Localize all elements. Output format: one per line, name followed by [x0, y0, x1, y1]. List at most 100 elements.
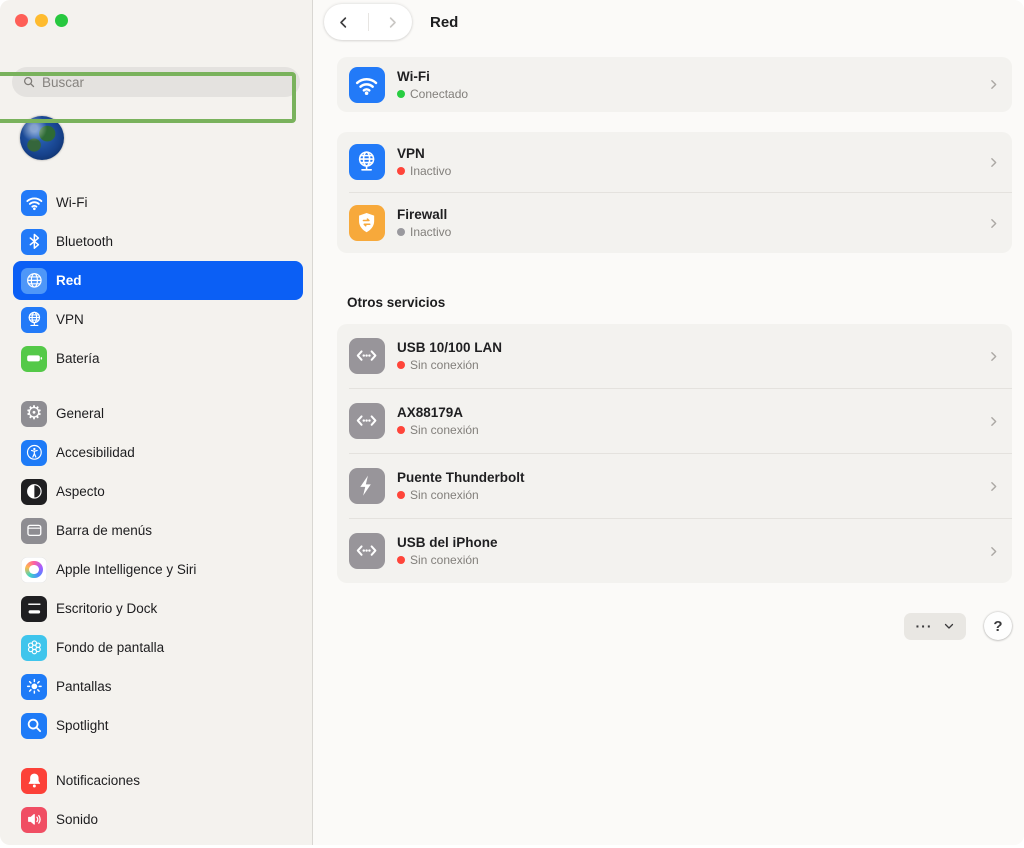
status-text: Sin conexión [410, 358, 479, 372]
sidebar-item-pantallas[interactable]: Pantallas [13, 667, 303, 706]
status-text: Sin conexión [410, 553, 479, 567]
avatar[interactable] [20, 116, 64, 160]
chevron-right-icon [987, 78, 1000, 91]
sidebar-item-wi-fi[interactable]: Wi-Fi [13, 183, 303, 222]
status-dot [397, 426, 405, 434]
wifi-icon [349, 67, 385, 103]
firewall-shield-icon [349, 205, 385, 241]
status-dot [397, 491, 405, 499]
navigation-pill [324, 4, 412, 40]
sidebar-item-label: Notificaciones [56, 773, 140, 788]
sidebar-item-notificaciones[interactable]: Notificaciones [13, 761, 303, 800]
status-dot [397, 228, 405, 236]
main-panel: Red Wi-FiConectado VPNInactivoFirewallIn… [314, 0, 1024, 845]
row-text: AX88179A Sin conexión [397, 405, 975, 437]
bluetooth-icon [21, 229, 47, 255]
vpn-globe-icon [21, 307, 47, 333]
forward-button[interactable] [378, 7, 408, 37]
status-text: Conectado [410, 87, 468, 101]
more-options-button[interactable]: ··· [904, 613, 966, 640]
row-usb-del-iphone[interactable]: USB del iPhone Sin conexión [337, 519, 1012, 583]
sidebar-item-escritorio-y-dock[interactable]: Escritorio y Dock [13, 589, 303, 628]
search-placeholder: Buscar [42, 75, 84, 90]
chevron-down-icon [943, 620, 955, 632]
minimize-button[interactable] [35, 14, 48, 27]
row-title: Puente Thunderbolt [397, 470, 975, 485]
row-usb-10-100-lan[interactable]: USB 10/100 LAN Sin conexión [337, 324, 1012, 388]
sidebar-item-label: Bluetooth [56, 234, 113, 249]
row-title: USB 10/100 LAN [397, 340, 975, 355]
search-input[interactable]: Buscar [12, 67, 300, 97]
vpn-globe-icon [349, 144, 385, 180]
wifi-card: Wi-FiConectado [337, 57, 1012, 112]
chevron-right-icon [987, 350, 1000, 363]
status-text: Inactivo [410, 164, 451, 178]
row-firewall[interactable]: FirewallInactivo [337, 193, 1012, 253]
gear-icon: ⚙ [21, 401, 47, 427]
bell-icon [21, 768, 47, 794]
zoom-button[interactable] [55, 14, 68, 27]
sidebar-item-bateria[interactable]: Batería [13, 339, 303, 378]
sidebar-item-vpn[interactable]: VPN [13, 300, 303, 339]
sidebar-item-label: Pantallas [56, 679, 112, 694]
row-text: Wi-FiConectado [397, 69, 975, 101]
ellipsis-icon: ··· [916, 619, 933, 633]
row-ax88179a[interactable]: AX88179A Sin conexión [337, 389, 1012, 453]
help-button[interactable]: ? [984, 612, 1012, 640]
sidebar-item-spotlight[interactable]: Spotlight [13, 706, 303, 745]
row-puente-thunderbolt[interactable]: Puente Thunderbolt Sin conexión [337, 454, 1012, 518]
row-status: Sin conexión [397, 488, 975, 502]
sidebar-item-label: Batería [56, 351, 100, 366]
ethernet-icon [349, 533, 385, 569]
sidebar-item-aspecto[interactable]: Aspecto [13, 472, 303, 511]
sidebar-item-label: Barra de menús [56, 523, 152, 538]
content: Wi-FiConectado VPNInactivoFirewallInacti… [314, 57, 1024, 640]
footer-controls: ··· ? [337, 612, 1012, 640]
sidebar: Buscar Wi-Fi Bluetooth RedVPN Batería ⚙ Gener… [0, 0, 313, 845]
battery-icon [21, 346, 47, 372]
row-vpn[interactable]: VPN Inactivo [337, 132, 1012, 192]
row-title: AX88179A [397, 405, 975, 420]
row-title: VPN [397, 146, 975, 161]
sidebar-item-label: Aspecto [56, 484, 105, 499]
sidebar-item-sonido[interactable]: Sonido [13, 800, 303, 839]
sidebar-group: Wi-Fi Bluetooth RedVPN Batería [13, 183, 303, 378]
thunderbolt-icon [349, 468, 385, 504]
sidebar-item-general[interactable]: ⚙ General [13, 394, 303, 433]
status-dot [397, 361, 405, 369]
chevron-right-icon [987, 156, 1000, 169]
row-status: Sin conexión [397, 553, 975, 567]
wifi-icon [21, 190, 47, 216]
header: Red [314, 0, 1024, 44]
chevron-right-icon [385, 15, 400, 30]
system-settings-window: Buscar Wi-FiBluetoothRedVPNBatería⚙Gener… [0, 0, 1024, 845]
sidebar-item-label: General [56, 406, 104, 421]
status-text: Inactivo [410, 225, 451, 239]
row-text: USB 10/100 LAN Sin conexión [397, 340, 975, 372]
status-dot [397, 167, 405, 175]
row-wi-fi[interactable]: Wi-FiConectado [337, 57, 1012, 112]
back-button[interactable] [329, 7, 359, 37]
chevron-right-icon [987, 545, 1000, 558]
globe-icon [21, 268, 47, 294]
sidebar-item-apple-intelligence-y-siri[interactable]: Apple Intelligence y Siri [13, 550, 303, 589]
close-button[interactable] [15, 14, 28, 27]
sidebar-item-red[interactable]: Red [13, 261, 303, 300]
chevron-right-icon [987, 217, 1000, 230]
sidebar-group: ⚙ General Accesibilidad Aspecto Barra de men… [13, 394, 303, 745]
row-text: USB del iPhone Sin conexión [397, 535, 975, 567]
sidebar-item-barra-de-menus[interactable]: Barra de menús [13, 511, 303, 550]
sidebar-group: Notificaciones Sonido [13, 761, 303, 839]
other-services-card: USB 10/100 LAN Sin conexión AX88179A Sin co… [337, 324, 1012, 583]
sidebar-item-fondo-de-pantalla[interactable]: Fondo de pantalla [13, 628, 303, 667]
menubar-icon [21, 518, 47, 544]
sidebar-item-accesibilidad[interactable]: Accesibilidad [13, 433, 303, 472]
row-title: USB del iPhone [397, 535, 975, 550]
siri-icon [21, 557, 47, 583]
status-text: Sin conexión [410, 423, 479, 437]
sidebar-item-bluetooth[interactable]: Bluetooth [13, 222, 303, 261]
speaker-icon [21, 807, 47, 833]
wallpaper-icon [21, 635, 47, 661]
status-text: Sin conexión [410, 488, 479, 502]
search-icon [22, 75, 36, 89]
